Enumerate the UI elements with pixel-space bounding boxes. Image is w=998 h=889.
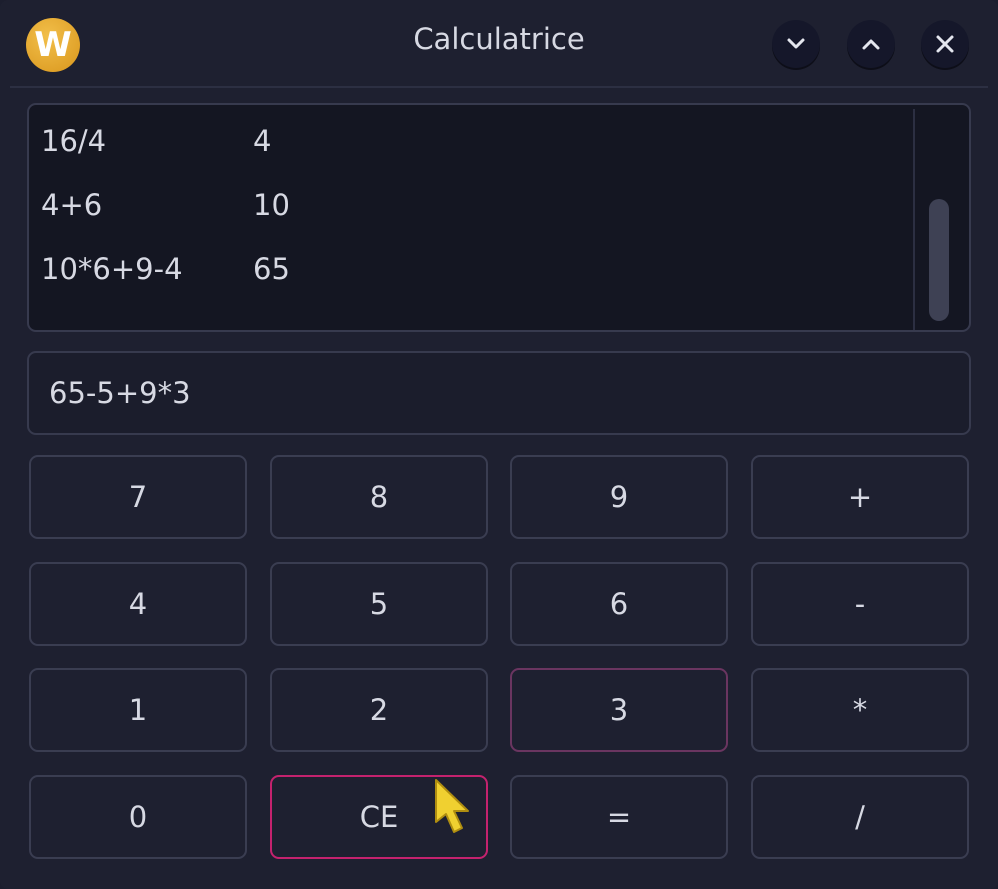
history-scrollbar-thumb[interactable] [929, 199, 949, 321]
expression-input[interactable]: 65-5+9*3 [27, 351, 971, 435]
history-result: 4 [253, 124, 272, 158]
calculator-window: W Calculatrice 16/4 4 4+6 10 10*6+9-4 65… [0, 0, 998, 889]
key-1[interactable]: 1 [29, 668, 247, 752]
key-8[interactable]: 8 [270, 455, 488, 539]
close-icon [936, 35, 954, 53]
maximize-button[interactable] [847, 20, 895, 68]
title-bar[interactable]: W Calculatrice [0, 0, 998, 86]
history-expression: 4+6 [41, 188, 103, 222]
key-2[interactable]: 2 [270, 668, 488, 752]
history-result: 10 [253, 188, 290, 222]
minimize-button[interactable] [772, 20, 820, 68]
key-multiply[interactable]: * [751, 668, 969, 752]
history-expression: 16/4 [41, 124, 107, 158]
title-divider [10, 86, 988, 88]
key-3[interactable]: 3 [510, 668, 728, 752]
history-expression: 10*6+9-4 [41, 252, 183, 286]
history-list[interactable]: 16/4 4 4+6 10 10*6+9-4 65 [27, 103, 971, 332]
key-5[interactable]: 5 [270, 562, 488, 646]
key-7[interactable]: 7 [29, 455, 247, 539]
key-plus[interactable]: + [751, 455, 969, 539]
key-equals[interactable]: = [510, 775, 728, 859]
key-divide[interactable]: / [751, 775, 969, 859]
chevron-up-icon [862, 39, 880, 50]
close-button[interactable] [921, 20, 969, 68]
mouse-pointer-icon [435, 779, 469, 833]
key-6[interactable]: 6 [510, 562, 728, 646]
scrollbar-track-divider [913, 109, 915, 330]
key-4[interactable]: 4 [29, 562, 247, 646]
key-9[interactable]: 9 [510, 455, 728, 539]
key-0[interactable]: 0 [29, 775, 247, 859]
history-result: 65 [253, 252, 290, 286]
key-minus[interactable]: - [751, 562, 969, 646]
chevron-down-icon [787, 38, 805, 49]
